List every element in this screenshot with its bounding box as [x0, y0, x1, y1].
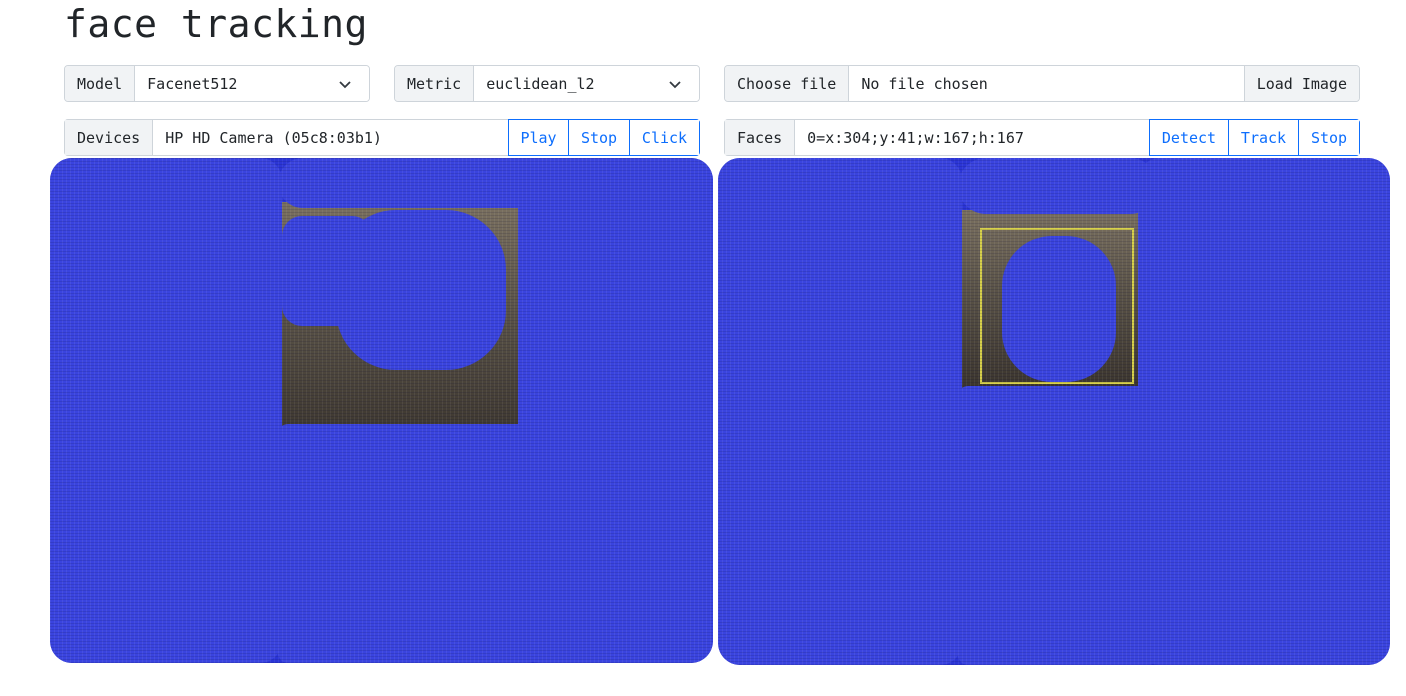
- detect-button[interactable]: Detect: [1150, 120, 1228, 155]
- camera-button-group: Play Stop Click: [508, 119, 700, 156]
- model-select-group: Model Facenet512: [64, 65, 370, 102]
- faces-stop-button[interactable]: Stop: [1298, 120, 1359, 155]
- track-button[interactable]: Track: [1228, 120, 1298, 155]
- camera-stop-button[interactable]: Stop: [568, 120, 629, 155]
- file-status: No file chosen: [849, 66, 1244, 101]
- play-button[interactable]: Play: [509, 120, 568, 155]
- metric-select[interactable]: euclidean_l2: [474, 66, 699, 101]
- metric-label: Metric: [395, 66, 475, 101]
- scribble-texture: [718, 158, 1390, 665]
- model-select[interactable]: Facenet512: [135, 66, 369, 101]
- chevron-down-icon: [339, 80, 351, 88]
- camera-video[interactable]: [50, 158, 713, 663]
- faces-label: Faces: [725, 120, 796, 155]
- page-title: face tracking: [64, 2, 368, 46]
- faces-button-group: Detect Track Stop: [1149, 119, 1360, 156]
- click-button[interactable]: Click: [629, 120, 699, 155]
- metric-select-group: Metric euclidean_l2: [394, 65, 700, 102]
- faces-value[interactable]: 0=x:304;y:41;w:167;h:167: [795, 120, 1149, 155]
- metric-value: euclidean_l2: [486, 74, 595, 93]
- model-value: Facenet512: [147, 74, 238, 93]
- devices-value[interactable]: HP HD Camera (05c8:03b1): [153, 120, 508, 155]
- devices-label: Devices: [65, 120, 154, 155]
- chevron-down-icon: [669, 80, 681, 88]
- scribble-texture: [50, 158, 713, 663]
- face-canvas[interactable]: [718, 158, 1390, 665]
- model-label: Model: [65, 66, 136, 101]
- load-image-button[interactable]: Load Image: [1243, 66, 1359, 101]
- choose-file-button[interactable]: Choose file: [725, 66, 850, 101]
- file-input-group: Choose file No file chosen Load Image: [724, 65, 1360, 102]
- devices-group: Devices HP HD Camera (05c8:03b1) Play St…: [64, 119, 700, 156]
- faces-group: Faces 0=x:304;y:41;w:167;h:167 Detect Tr…: [724, 119, 1360, 156]
